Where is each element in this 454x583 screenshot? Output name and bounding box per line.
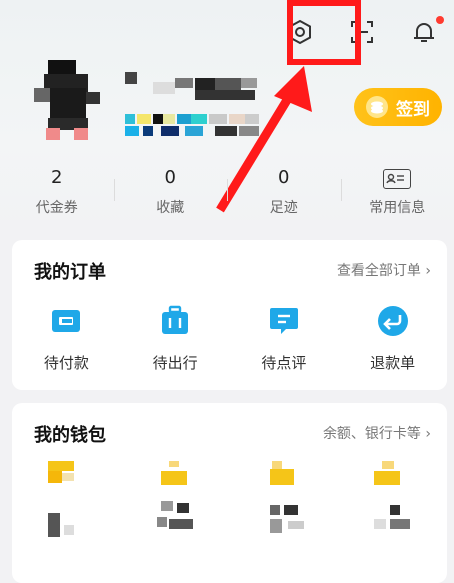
orders-card: 我的订单 查看全部订单 › 待付款 待出行	[12, 240, 447, 390]
stat-value: 2	[0, 165, 114, 191]
checkin-label: 签到	[396, 95, 430, 120]
wallet-item-icon	[230, 461, 338, 561]
wallet-title: 我的钱包	[34, 421, 106, 447]
stat-favorites[interactable]: 0 收藏	[114, 165, 228, 217]
suitcase-icon	[158, 304, 192, 338]
order-label: 待点评	[230, 352, 339, 373]
wallet-item-pixelated[interactable]	[338, 461, 447, 561]
orders-title: 我的订单	[34, 258, 106, 284]
stat-label: 常用信息	[341, 197, 454, 217]
checkin-button[interactable]: 签到	[354, 88, 442, 126]
stat-value: 0	[227, 165, 341, 191]
wallet-shortcuts	[12, 461, 447, 561]
stat-common-info[interactable]: 常用信息	[341, 165, 454, 217]
username-pixelated	[125, 72, 275, 142]
order-pending-travel[interactable]: 待出行	[121, 300, 230, 373]
wallet-item-icon	[12, 461, 120, 561]
comment-icon	[267, 304, 301, 338]
order-refund[interactable]: 退款单	[338, 300, 447, 373]
wallet-item-pixelated[interactable]	[230, 461, 339, 561]
order-pending-review[interactable]: 待点评	[230, 300, 339, 373]
notification-button[interactable]	[402, 10, 446, 54]
stat-value: 0	[114, 165, 228, 191]
order-shortcuts: 待付款 待出行 待点评 退款单	[12, 300, 447, 373]
stat-vouchers[interactable]: 2 代金券	[0, 165, 114, 217]
view-all-orders-link[interactable]: 查看全部订单 ›	[337, 260, 431, 280]
refund-arrow-icon	[376, 304, 410, 338]
wallet-item-icon	[121, 461, 229, 561]
wallet-item-pixelated[interactable]	[12, 461, 121, 561]
coin-icon	[366, 96, 388, 118]
stat-label: 代金券	[0, 197, 114, 217]
stat-footprints[interactable]: 0 足迹	[227, 165, 341, 217]
settings-highlight-box	[287, 0, 361, 65]
bell-icon	[410, 18, 438, 46]
wallet-item-pixelated[interactable]	[121, 461, 230, 561]
order-pending-payment[interactable]: 待付款	[12, 300, 121, 373]
order-label: 退款单	[338, 352, 447, 373]
wallet-item-icon	[338, 461, 446, 561]
notification-badge	[436, 16, 444, 24]
stats-row: 2 代金券 0 收藏 0 足迹 常用信息	[0, 165, 454, 217]
avatar[interactable]	[34, 60, 104, 142]
wallet-details-link[interactable]: 余额、银行卡等 ›	[323, 423, 431, 443]
wallet-card: 我的钱包 余额、银行卡等 ›	[12, 403, 447, 583]
order-label: 待付款	[12, 352, 121, 373]
stat-label: 收藏	[114, 197, 228, 217]
id-card-icon	[383, 169, 411, 189]
wallet-icon	[49, 304, 83, 338]
order-label: 待出行	[121, 352, 230, 373]
stat-label: 足迹	[227, 197, 341, 217]
